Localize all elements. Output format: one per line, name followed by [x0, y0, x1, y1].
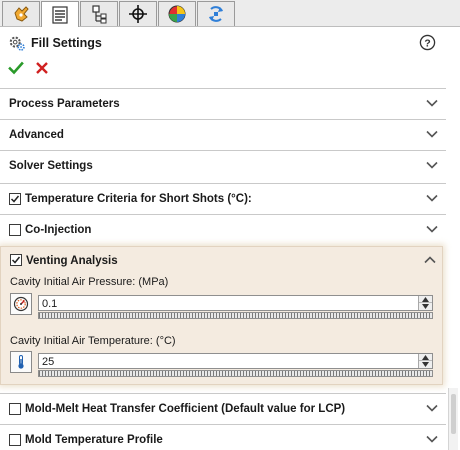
co-injection-checkbox[interactable] [9, 224, 21, 236]
chevron-down-icon[interactable] [426, 194, 438, 202]
ok-checkmark-button[interactable] [8, 60, 24, 76]
group-label: Mold-Melt Heat Transfer Coefficient (Def… [25, 403, 346, 415]
thermometer-icon [10, 351, 32, 373]
group-advanced[interactable]: Advanced [0, 119, 446, 150]
temperature-slider[interactable] [38, 370, 433, 377]
chevron-down-icon[interactable] [426, 99, 438, 107]
group-label: Temperature Criteria for Short Shots (°C… [25, 193, 252, 205]
pressure-spinner [418, 296, 432, 310]
venting-analysis-checkbox[interactable] [10, 254, 22, 266]
display-manager-icon [168, 5, 186, 23]
group-label: Advanced [9, 129, 64, 141]
pressure-gauge-glyph [13, 296, 29, 312]
pressure-slider[interactable] [38, 312, 433, 319]
scrollbar-thumb[interactable] [451, 394, 456, 434]
group-co-injection[interactable]: Co-Injection [0, 214, 446, 245]
plastics-manager-icon [209, 6, 223, 22]
settings-gear-icon [9, 36, 25, 51]
vertical-scrollbar[interactable] [448, 388, 458, 450]
spin-up-icon [422, 297, 429, 302]
thermometer-glyph [18, 355, 24, 369]
tab-property-manager[interactable] [41, 1, 79, 27]
chevron-down-icon[interactable] [426, 225, 438, 233]
configuration-manager-icon [92, 5, 107, 24]
tab-feature-manager[interactable] [2, 1, 40, 26]
check-icon [10, 195, 20, 203]
group-solver-settings[interactable]: Solver Settings [0, 150, 446, 181]
tab-plastics-manager[interactable] [197, 1, 235, 26]
group-venting-analysis: Venting Analysis Cavity Initial Air Pres… [0, 246, 443, 385]
action-bar [0, 58, 446, 80]
group-label: Solver Settings [9, 160, 93, 172]
temperature-decrement-button[interactable] [419, 361, 432, 368]
group-label: Co-Injection [25, 224, 92, 236]
group-label: Venting Analysis [26, 255, 118, 267]
mold-temperature-profile-checkbox[interactable] [9, 434, 21, 446]
mold-melt-checkbox[interactable] [9, 403, 21, 415]
chevron-down-icon[interactable] [426, 435, 438, 443]
spin-up-icon [422, 355, 429, 360]
temperature-spinner [418, 354, 432, 368]
tab-display-manager[interactable] [158, 1, 196, 26]
cavity-air-temperature-label: Cavity Initial Air Temperature: (°C) [10, 335, 176, 347]
pressure-gauge-icon [10, 293, 32, 315]
property-manager-header: Fill Settings ? [0, 28, 446, 58]
cavity-air-pressure-label: Cavity Initial Air Pressure: (MPa) [10, 276, 169, 288]
cavity-air-pressure-input-box [38, 295, 433, 311]
venting-analysis-header[interactable]: Venting Analysis [1, 247, 444, 274]
spin-down-icon [422, 304, 429, 309]
spin-down-icon [422, 362, 429, 367]
temperature-increment-button[interactable] [419, 354, 432, 361]
feature-manager-icon [14, 6, 29, 22]
chevron-down-icon[interactable] [426, 404, 438, 412]
page-title: Fill Settings [31, 36, 102, 50]
pressure-decrement-button[interactable] [419, 303, 432, 310]
group-mold-melt-heat-transfer[interactable]: Mold-Melt Heat Transfer Coefficient (Def… [0, 393, 446, 424]
group-mold-temperature-profile[interactable]: Mold Temperature Profile [0, 424, 446, 450]
property-manager-icon [52, 5, 68, 24]
help-icon[interactable]: ? [419, 34, 436, 51]
svg-text:?: ? [424, 38, 430, 49]
pressure-increment-button[interactable] [419, 296, 432, 303]
cavity-air-temperature-input-box [38, 353, 433, 369]
tab-configuration-manager[interactable] [80, 1, 118, 26]
dimxpert-manager-icon [129, 5, 147, 23]
tab-dimxpert-manager[interactable] [119, 1, 157, 26]
manager-tab-strip [0, 0, 460, 27]
cavity-air-pressure-input[interactable] [39, 297, 409, 311]
group-label: Mold Temperature Profile [25, 434, 163, 446]
group-process-parameters[interactable]: Process Parameters [0, 88, 446, 119]
cancel-close-button[interactable] [34, 60, 50, 76]
chevron-up-icon[interactable] [424, 256, 436, 264]
cavity-air-temperature-input[interactable] [39, 355, 409, 369]
chevron-down-icon[interactable] [426, 130, 438, 138]
group-label: Process Parameters [9, 98, 120, 110]
check-icon [11, 256, 21, 264]
group-temperature-criteria[interactable]: Temperature Criteria for Short Shots (°C… [0, 183, 446, 214]
temperature-criteria-checkbox[interactable] [9, 193, 21, 205]
chevron-down-icon[interactable] [426, 161, 438, 169]
